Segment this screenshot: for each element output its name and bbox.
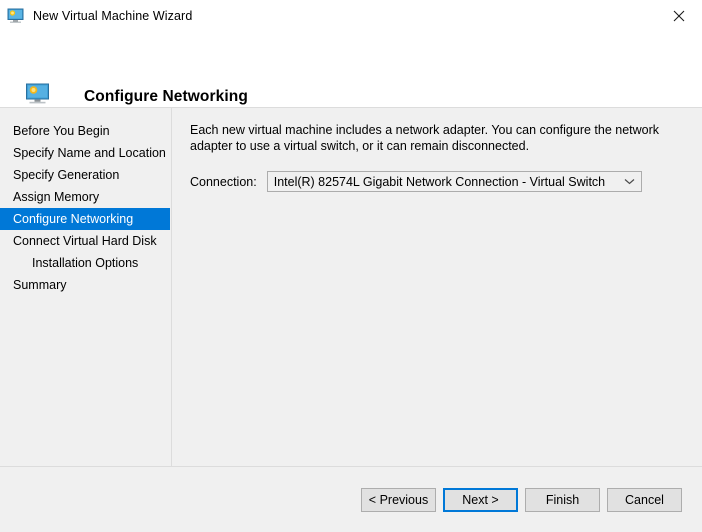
description-text: Each new virtual machine includes a netw… — [190, 123, 660, 153]
titlebar: New Virtual Machine Wizard — [0, 0, 702, 31]
close-icon[interactable] — [656, 0, 702, 31]
page-title: Configure Networking — [84, 88, 248, 105]
virtual-machine-monitor-icon — [7, 8, 24, 24]
connection-select[interactable]: Intel(R) 82574L Gigabit Network Connecti… — [266, 171, 642, 192]
sidebar-item-specify-name-and-location[interactable]: Specify Name and Location — [0, 142, 171, 164]
connection-row: Connection: Intel(R) 82574L Gigabit Netw… — [190, 171, 688, 192]
sidebar-item-installation-options[interactable]: Installation Options — [0, 252, 171, 274]
wizard-steps-sidebar: Before You Begin Specify Name and Locati… — [0, 108, 172, 466]
main-content: Each new virtual machine includes a netw… — [172, 108, 702, 466]
connection-selected-value: Intel(R) 82574L Gigabit Network Connecti… — [273, 174, 606, 189]
new-virtual-machine-wizard-window: New Virtual Machine Wizard Configure Net… — [0, 0, 702, 532]
page-header: Configure Networking — [0, 31, 702, 108]
previous-button[interactable]: < Previous — [361, 487, 436, 512]
sidebar-item-specify-generation[interactable]: Specify Generation — [0, 164, 171, 186]
sidebar-item-summary[interactable]: Summary — [0, 274, 171, 296]
sidebar-item-before-you-begin[interactable]: Before You Begin — [0, 120, 171, 142]
cancel-button[interactable]: Cancel — [607, 487, 682, 512]
connection-label: Connection: — [190, 174, 257, 189]
window-title: New Virtual Machine Wizard — [33, 8, 193, 23]
finish-button[interactable]: Finish — [525, 487, 600, 512]
chevron-down-icon[interactable] — [619, 172, 641, 191]
sidebar-item-connect-virtual-hard-disk[interactable]: Connect Virtual Hard Disk — [0, 230, 171, 252]
next-button[interactable]: Next > — [443, 487, 518, 512]
dialog-footer: < Previous Next > Finish Cancel — [0, 466, 702, 532]
sidebar-item-assign-memory[interactable]: Assign Memory — [0, 186, 171, 208]
sidebar-item-configure-networking[interactable]: Configure Networking — [0, 208, 170, 230]
dialog-body: Before You Begin Specify Name and Locati… — [0, 108, 702, 466]
virtual-machine-monitor-icon — [25, 83, 51, 106]
